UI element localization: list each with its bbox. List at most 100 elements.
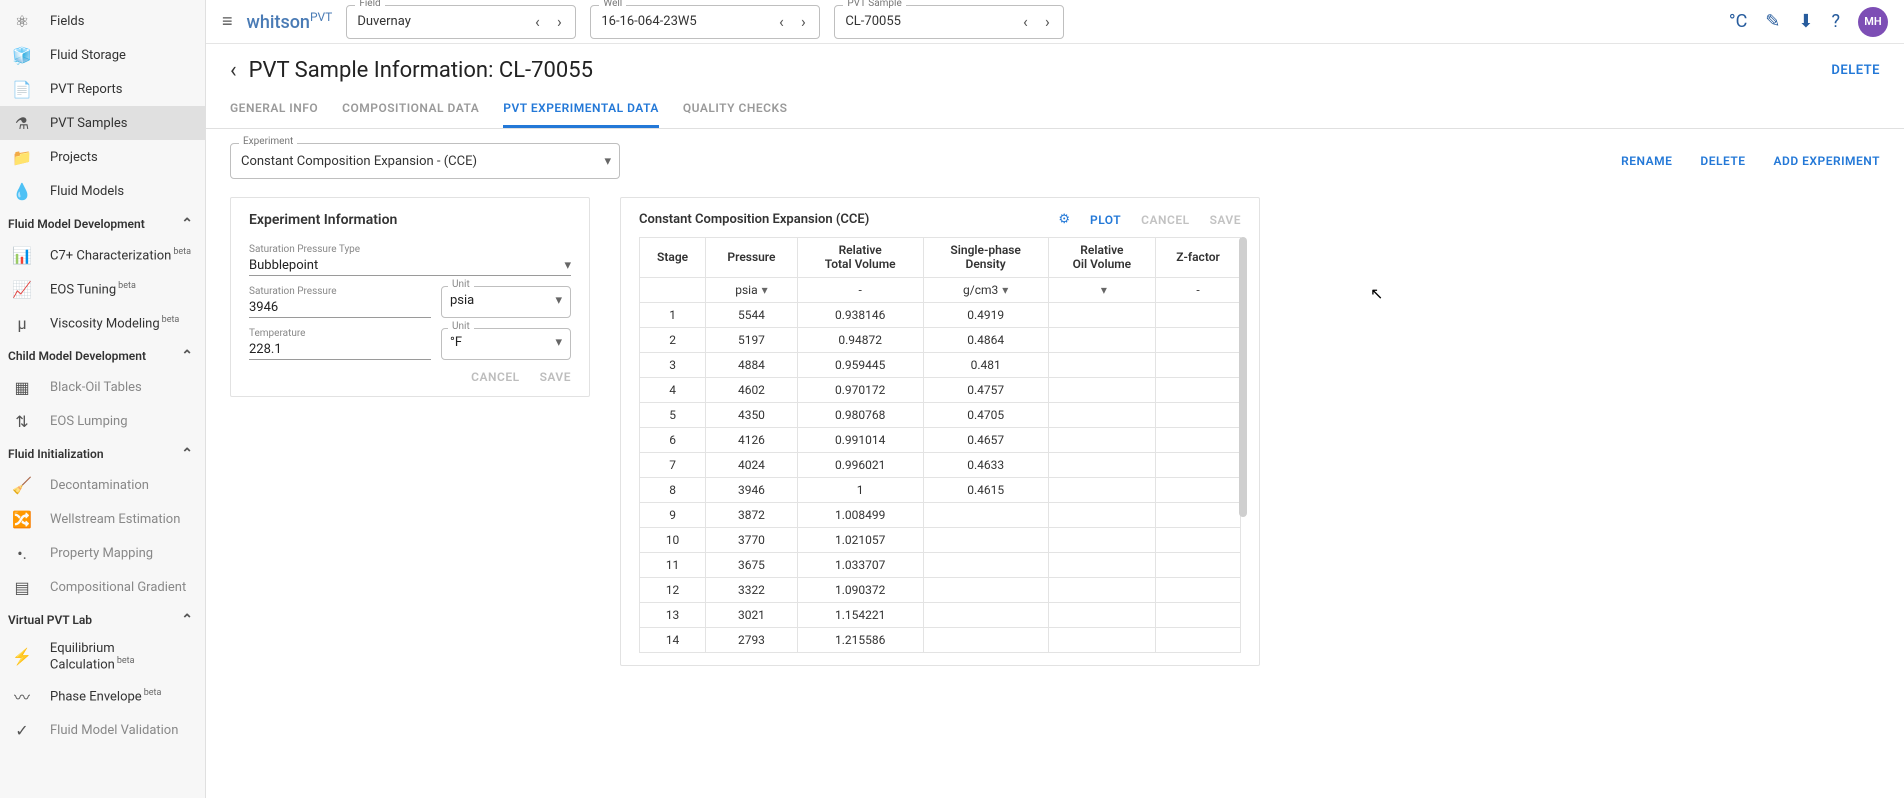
table-cell[interactable] <box>1048 352 1155 377</box>
avatar[interactable]: MH <box>1858 7 1888 37</box>
table-cell[interactable]: 1.090372 <box>797 577 923 602</box>
table-cell[interactable]: 0.938146 <box>797 302 923 327</box>
temperature-unit-field[interactable]: Unit °F ▾ <box>441 328 571 360</box>
table-cell[interactable]: 3770 <box>706 527 798 552</box>
table-cell[interactable] <box>1156 402 1241 427</box>
sidebar-item-pvt-samples[interactable]: ⚗PVT Samples <box>0 106 205 140</box>
table-cell[interactable] <box>1156 302 1241 327</box>
tab-compositional-data[interactable]: COMPOSITIONAL DATA <box>342 93 479 128</box>
sidebar-item-black-oil-tables[interactable]: ▦Black-Oil Tables <box>0 370 205 404</box>
table-cell[interactable] <box>1048 402 1155 427</box>
table-cell[interactable] <box>1156 577 1241 602</box>
table-cell[interactable]: 12 <box>640 577 706 602</box>
table-cell[interactable] <box>923 527 1048 552</box>
menu-icon[interactable]: ≡ <box>222 11 233 32</box>
sat-pressure-unit-field[interactable]: Unit psia ▾ <box>441 286 571 318</box>
table-cell[interactable] <box>1048 502 1155 527</box>
table-cell[interactable]: 4 <box>640 377 706 402</box>
table-cell[interactable]: 3675 <box>706 552 798 577</box>
sidebar-item-eos-tuning[interactable]: 📈EOS Tuningbeta <box>0 272 205 306</box>
table-cell[interactable]: 2793 <box>706 627 798 652</box>
table-cell[interactable] <box>923 627 1048 652</box>
save-button[interactable]: SAVE <box>540 370 571 384</box>
column-unit[interactable]: g/cm3▾ <box>923 277 1048 302</box>
sidebar-item-pvt-reports[interactable]: 📄PVT Reports <box>0 72 205 106</box>
sample-selector[interactable]: PVT Sample CL-70055 ‹ › <box>834 5 1064 39</box>
table-cell[interactable] <box>923 602 1048 627</box>
scrollbar[interactable] <box>1239 237 1247 517</box>
table-cell[interactable]: 5197 <box>706 327 798 352</box>
table-cell[interactable] <box>1156 552 1241 577</box>
table-cell[interactable] <box>923 552 1048 577</box>
temperature-field[interactable]: Temperature 228.1 <box>249 328 431 360</box>
table-cell[interactable]: 4024 <box>706 452 798 477</box>
table-cell[interactable] <box>1156 477 1241 502</box>
table-cell[interactable] <box>1156 327 1241 352</box>
table-cell[interactable] <box>1048 427 1155 452</box>
prev-icon[interactable]: ‹ <box>771 12 791 31</box>
table-cell[interactable] <box>1156 427 1241 452</box>
table-cell[interactable]: 10 <box>640 527 706 552</box>
table-cell[interactable]: 3021 <box>706 602 798 627</box>
table-cell[interactable] <box>1048 602 1155 627</box>
sidebar-item-compositional-gradient[interactable]: ▤Compositional Gradient <box>0 570 205 604</box>
table-cell[interactable]: 1.021057 <box>797 527 923 552</box>
help-icon[interactable]: ? <box>1831 11 1840 32</box>
table-cell[interactable] <box>1048 327 1155 352</box>
table-cell[interactable] <box>923 577 1048 602</box>
table-cell[interactable] <box>1048 527 1155 552</box>
sidebar-item-phase-envelope[interactable]: 〰Phase Envelopebeta <box>0 679 205 713</box>
sidebar-item-fluid-models[interactable]: 💧Fluid Models <box>0 174 205 208</box>
table-cell[interactable]: 5544 <box>706 302 798 327</box>
sat-pressure-type-field[interactable]: Saturation Pressure Type Bubblepoint ▾ <box>249 244 571 276</box>
sidebar-item-projects[interactable]: 📁Projects <box>0 140 205 174</box>
section-virtual-lab[interactable]: Virtual PVT Lab ⌃ <box>0 604 205 634</box>
table-cell[interactable]: 0.980768 <box>797 402 923 427</box>
table-cell[interactable]: 5 <box>640 402 706 427</box>
table-cell[interactable]: 0.4705 <box>923 402 1048 427</box>
prev-icon[interactable]: ‹ <box>1015 12 1035 31</box>
table-cell[interactable]: 1.215586 <box>797 627 923 652</box>
table-cell[interactable]: 0.4757 <box>923 377 1048 402</box>
well-selector[interactable]: Well 16-16-064-23W5 ‹ › <box>590 5 820 39</box>
next-icon[interactable]: › <box>549 12 569 31</box>
prev-icon[interactable]: ‹ <box>527 12 547 31</box>
delete-button[interactable]: DELETE <box>1831 63 1880 78</box>
gear-icon[interactable]: ⚙ <box>1058 212 1070 227</box>
next-icon[interactable]: › <box>1037 12 1057 31</box>
feedback-icon[interactable]: ✎ <box>1765 11 1780 32</box>
sidebar-item-decontamination[interactable]: 🧹Decontamination <box>0 468 205 502</box>
table-cell[interactable]: 13 <box>640 602 706 627</box>
table-cell[interactable]: 0.996021 <box>797 452 923 477</box>
table-cell[interactable] <box>1048 577 1155 602</box>
tab-pvt-experimental-data[interactable]: PVT EXPERIMENTAL DATA <box>503 93 659 128</box>
table-cell[interactable]: 14 <box>640 627 706 652</box>
table-cell[interactable]: 1.154221 <box>797 602 923 627</box>
table-cancel-button[interactable]: CANCEL <box>1141 213 1189 227</box>
table-cell[interactable]: 0.4633 <box>923 452 1048 477</box>
column-unit[interactable]: psia▾ <box>706 277 798 302</box>
table-cell[interactable]: 4350 <box>706 402 798 427</box>
sidebar-item-fluid-storage[interactable]: 🧊Fluid Storage <box>0 38 205 72</box>
cancel-button[interactable]: CANCEL <box>471 370 519 384</box>
table-cell[interactable] <box>1048 627 1155 652</box>
download-icon[interactable]: ⬇ <box>1798 11 1813 32</box>
table-cell[interactable]: 6 <box>640 427 706 452</box>
sat-pressure-field[interactable]: Saturation Pressure 3946 <box>249 286 431 318</box>
table-cell[interactable]: 3946 <box>706 477 798 502</box>
table-cell[interactable]: 1.008499 <box>797 502 923 527</box>
tab-quality-checks[interactable]: QUALITY CHECKS <box>683 93 788 128</box>
next-icon[interactable]: › <box>793 12 813 31</box>
add-experiment-button[interactable]: ADD EXPERIMENT <box>1774 154 1881 168</box>
table-cell[interactable]: 0.4919 <box>923 302 1048 327</box>
table-cell[interactable]: 3872 <box>706 502 798 527</box>
back-icon[interactable]: ‹ <box>230 58 237 83</box>
table-cell[interactable]: 1 <box>797 477 923 502</box>
temperature-icon[interactable]: °C <box>1729 11 1747 32</box>
table-cell[interactable] <box>1156 452 1241 477</box>
table-cell[interactable] <box>1048 452 1155 477</box>
table-cell[interactable] <box>1156 352 1241 377</box>
table-cell[interactable] <box>1048 302 1155 327</box>
table-cell[interactable]: 0.959445 <box>797 352 923 377</box>
table-cell[interactable]: 1.033707 <box>797 552 923 577</box>
